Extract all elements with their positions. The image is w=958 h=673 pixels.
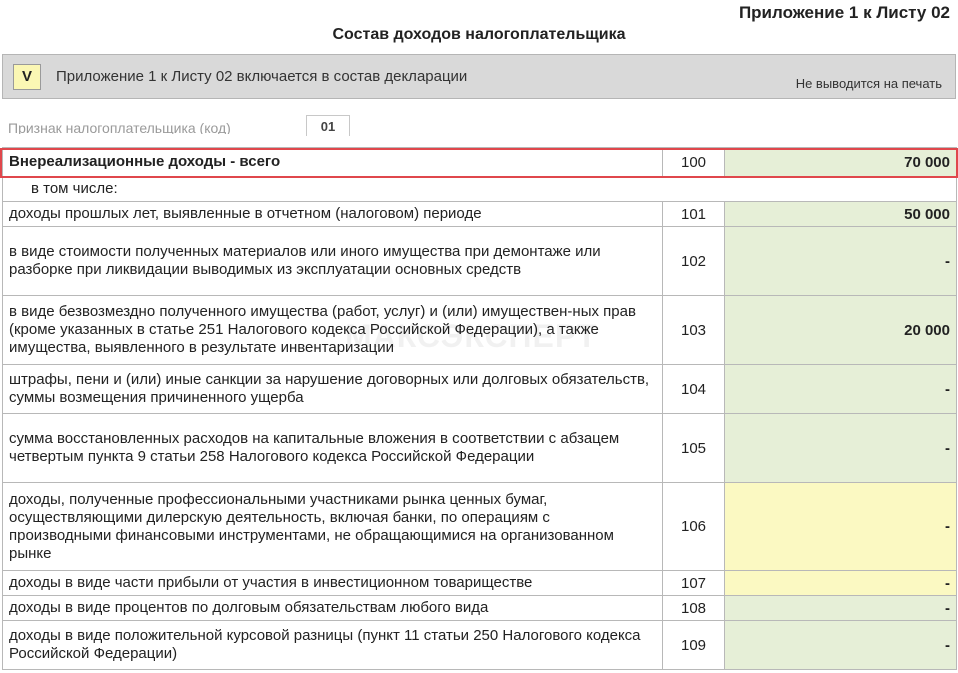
row-value-field[interactable]: 50 000: [724, 201, 957, 227]
table-row: в виде безвозмездно полученного имуществ…: [2, 295, 957, 365]
row-value-field[interactable]: -: [724, 482, 957, 571]
table-row: доходы в виде положительной курсовой раз…: [2, 620, 957, 670]
appendix-title: Приложение 1 к Листу 02: [738, 3, 950, 22]
row-description: доходы, полученные профессиональными уча…: [2, 482, 663, 571]
row-description: сумма восстановленных расходов на капита…: [2, 413, 663, 483]
row-description: в виде стоимости полученных материалов и…: [2, 226, 663, 296]
row-description: доходы в виде положительной курсовой раз…: [2, 620, 663, 670]
form-title: Состав доходов налогоплательщика: [332, 26, 626, 43]
table-row: сумма восстановленных расходов на капита…: [2, 413, 957, 483]
row-code: [662, 176, 725, 202]
table-row: доходы в виде части прибыли от участия в…: [2, 570, 957, 596]
row-code: 109: [662, 620, 725, 670]
row-description: в том числе:: [2, 176, 663, 202]
table-row: доходы прошлых лет, выявленные в отчетно…: [2, 201, 957, 227]
income-table: Внереализационные доходы - всего 100 70 …: [2, 147, 957, 670]
no-print-label: Не выводится на печать: [795, 76, 942, 91]
row-code: 108: [662, 595, 725, 621]
row-description: штрафы, пени и (или) иные санкции за нар…: [2, 364, 663, 414]
row-code: 106: [662, 482, 725, 571]
table-row: доходы в виде процентов по долговым обяз…: [2, 595, 957, 621]
row-value-field[interactable]: -: [724, 570, 957, 596]
row-description: доходы в виде процентов по долговым обяз…: [2, 595, 663, 621]
row-code: 105: [662, 413, 725, 483]
row-code: 101: [662, 201, 725, 227]
table-row: штрафы, пени и (или) иные санкции за нар…: [2, 364, 957, 414]
row-value-field[interactable]: 70 000: [724, 147, 957, 177]
row-value-field[interactable]: -: [724, 364, 957, 414]
taxpayer-sign-label: Признак налогоплательщика (код): [8, 120, 231, 134]
taxpayer-sign-code-field[interactable]: 01: [306, 115, 350, 136]
row-value-field[interactable]: -: [724, 620, 957, 670]
row-description: доходы в виде части прибыли от участия в…: [2, 570, 663, 596]
row-code: 102: [662, 226, 725, 296]
table-row: Внереализационные доходы - всего 100 70 …: [2, 147, 957, 177]
row-value-field[interactable]: -: [724, 413, 957, 483]
row-description: в виде безвозмездно полученного имуществ…: [2, 295, 663, 365]
row-description: доходы прошлых лет, выявленные в отчетно…: [2, 201, 663, 227]
row-value-field[interactable]: -: [724, 226, 957, 296]
row-value: [724, 176, 957, 202]
row-code: 100: [662, 147, 725, 177]
table-row: в виде стоимости полученных материалов и…: [2, 226, 957, 296]
row-description: Внереализационные доходы - всего: [2, 147, 663, 177]
row-code: 103: [662, 295, 725, 365]
table-row: доходы, полученные профессиональными уча…: [2, 482, 957, 571]
include-label: Приложение 1 к Листу 02 включается в сос…: [56, 68, 468, 85]
table-row: в том числе:: [2, 176, 957, 202]
row-value-field[interactable]: 20 000: [724, 295, 957, 365]
row-value-field[interactable]: -: [724, 595, 957, 621]
include-in-declaration-bar: V Приложение 1 к Листу 02 включается в с…: [2, 54, 956, 99]
row-code: 104: [662, 364, 725, 414]
row-code: 107: [662, 570, 725, 596]
include-checkbox[interactable]: V: [13, 64, 41, 90]
